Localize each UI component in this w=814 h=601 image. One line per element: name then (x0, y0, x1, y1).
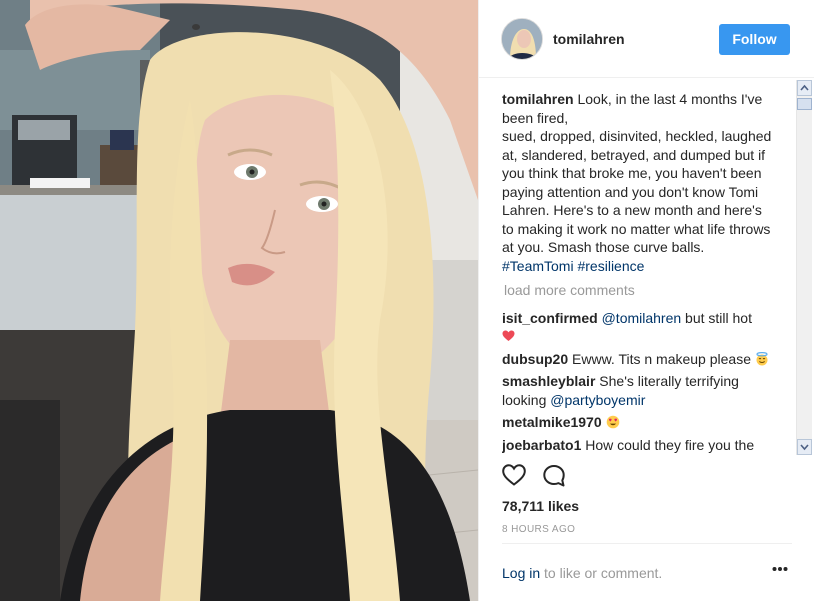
login-prompt: Log in to like or comment. (502, 565, 662, 581)
comment-mention[interactable]: @tomilahren (602, 310, 682, 326)
post-details-panel: tomilahren Follow tomilahren Look, in th… (478, 0, 814, 601)
ellipsis-icon[interactable] (772, 566, 788, 572)
hashtag-teamtomi[interactable]: #TeamTomi (502, 258, 574, 274)
comment-username[interactable]: smashleyblair (502, 373, 595, 389)
speech-bubble-icon[interactable] (542, 464, 566, 488)
instagram-post: tomilahren Follow tomilahren Look, in th… (0, 0, 814, 601)
login-prompt-text: to like or comment. (540, 565, 663, 581)
caption: tomilahren Look, in the last 4 months I'… (502, 90, 774, 275)
comment-username[interactable]: isit_confirmed (502, 310, 598, 326)
comments-scrollbar[interactable] (796, 80, 812, 455)
post-photo[interactable] (0, 0, 478, 601)
comment-item: dubsup20 Ewww. Tits n makeup please (502, 350, 774, 369)
header-username[interactable]: tomilahren (553, 31, 625, 47)
post-footer: Log in to like or comment. (502, 543, 792, 601)
action-bar (479, 456, 814, 498)
comment-text: Ewww. Tits n makeup please (572, 350, 751, 367)
avatar-image (502, 19, 542, 59)
caption-username[interactable]: tomilahren (502, 91, 574, 107)
caption-text-2: sued, dropped, disinvited, heckled, laug… (502, 128, 772, 255)
scroll-thumb[interactable] (797, 98, 812, 110)
comment-username[interactable]: metalmike1970 (502, 414, 602, 430)
comment-username[interactable]: dubsup20 (502, 351, 568, 367)
comment-item: isit_confirmed @tomilahren but still hot (502, 309, 774, 346)
chevron-down-icon (800, 444, 809, 451)
selfie-photo-illustration (0, 0, 478, 601)
load-more-comments-link[interactable]: load more comments (504, 281, 774, 300)
scroll-up-button[interactable] (797, 80, 812, 96)
scroll-down-button[interactable] (797, 439, 812, 455)
comment-item: joebarbato1 How could they fire you the (502, 436, 774, 455)
comment-mention[interactable]: @partyboyemir (550, 392, 645, 408)
heart-eyes-emoji-icon (606, 415, 619, 429)
login-link[interactable]: Log in (502, 565, 540, 581)
heart-outline-icon[interactable] (502, 464, 526, 486)
heart-emoji-icon (502, 330, 515, 341)
avatar[interactable] (501, 18, 543, 60)
comment-text: but still hot (681, 309, 752, 326)
chevron-up-icon (800, 84, 809, 91)
post-timestamp: 8 HOURS AGO (502, 524, 576, 535)
follow-button[interactable]: Follow (719, 24, 790, 55)
comment-item: metalmike1970 (502, 413, 774, 432)
likes-count[interactable]: 78,711 likes (502, 498, 579, 514)
comment-item: smashleyblair She's literally terrifying… (502, 372, 774, 409)
halo-face-emoji-icon (756, 351, 768, 365)
comment-username[interactable]: joebarbato1 (502, 437, 581, 453)
comment-text: How could they fire you the (585, 436, 755, 453)
hashtag-resilience[interactable]: #resilience (577, 258, 644, 274)
comments-list: tomilahren Look, in the last 4 months I'… (502, 90, 774, 456)
post-header: tomilahren Follow (479, 0, 814, 78)
